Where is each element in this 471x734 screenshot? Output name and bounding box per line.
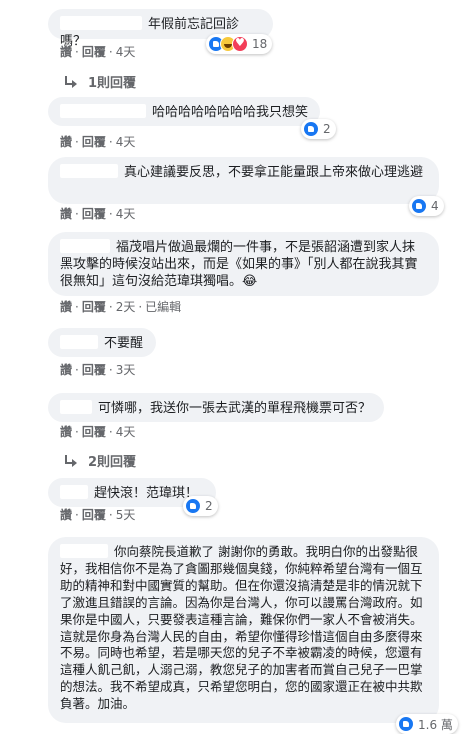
reaction-summary[interactable]: 2 xyxy=(183,496,218,516)
comment-text: 哈哈哈哈哈哈哈哈我只想笑 xyxy=(152,105,309,120)
comment-text: 真心建議要反思，不要拿正能量跟上帝來做心理逃避 xyxy=(124,165,424,180)
comment-text: 不要醒 xyxy=(104,336,144,351)
timestamp[interactable]: 2天 xyxy=(116,300,136,314)
reply-link[interactable]: 回覆 xyxy=(82,45,106,59)
timestamp[interactable]: 3天 xyxy=(116,363,136,377)
edited-label[interactable]: 已編輯 xyxy=(145,300,181,314)
like-reaction-icon xyxy=(398,716,414,732)
comment-text: 趕快滾！范瑋琪！ xyxy=(94,486,199,501)
comment-text: 福茂唱片做過最爛的一件事，不是張韶涵遭到家人抹黑攻擊的時候沒站出來，而是《如果的… xyxy=(60,240,418,289)
reaction-summary[interactable]: 18 xyxy=(206,34,273,54)
like-link[interactable]: 讚 xyxy=(60,135,72,149)
reply-arrow-icon xyxy=(64,75,78,88)
author-name[interactable] xyxy=(60,485,88,499)
like-reaction-icon xyxy=(411,198,427,214)
reaction-summary[interactable]: 1.6 萬 xyxy=(396,714,458,734)
comment-actions: 讚 · 回覆 · 3天 xyxy=(60,363,136,377)
author-name[interactable] xyxy=(60,544,108,558)
timestamp[interactable]: 4天 xyxy=(116,45,136,59)
comment-bubble: 你向蔡院長道歉了 謝謝你的勇敢。我明白你的出發點很好，我相信你不是為了貪圖那幾個… xyxy=(48,537,439,723)
comment-text: 你向蔡院長道歉了 謝謝你的勇敢。我明白你的出發點很好，我相信你不是為了貪圖那幾個… xyxy=(60,544,423,712)
timestamp[interactable]: 4天 xyxy=(116,207,136,221)
reply-link[interactable]: 回覆 xyxy=(82,363,106,377)
view-replies-link[interactable]: 2則回覆 xyxy=(64,451,136,470)
replies-label[interactable]: 2則回覆 xyxy=(88,451,136,470)
author-name[interactable] xyxy=(60,400,92,414)
reply-link[interactable]: 回覆 xyxy=(82,207,106,221)
like-link[interactable]: 讚 xyxy=(60,363,72,377)
like-link[interactable]: 讚 xyxy=(60,508,72,522)
comment-actions: 讚 · 回覆 · 4天 xyxy=(60,425,136,439)
like-reaction-icon xyxy=(185,498,201,514)
reply-link[interactable]: 回覆 xyxy=(82,508,106,522)
reaction-count: 2 xyxy=(205,499,213,513)
view-replies-link[interactable]: 1則回覆 xyxy=(64,72,136,91)
timestamp[interactable]: 4天 xyxy=(116,425,136,439)
comment-bubble: 福茂唱片做過最爛的一件事，不是張韶涵遭到家人抹黑攻擊的時候沒站出來，而是《如果的… xyxy=(48,232,439,296)
reaction-count: 1.6 萬 xyxy=(418,717,453,732)
like-link[interactable]: 讚 xyxy=(60,425,72,439)
timestamp[interactable]: 5天 xyxy=(116,508,136,522)
reply-link[interactable]: 回覆 xyxy=(82,300,106,314)
reaction-summary[interactable]: 2 xyxy=(301,119,336,139)
comment-text: 可憐哪，我送你一張去武漢的單程飛機票可否？ xyxy=(98,401,372,416)
like-link[interactable]: 讚 xyxy=(60,45,72,59)
comment-actions: 讚 · 回覆 · 4天 xyxy=(60,207,136,221)
comment-bubble: 不要醒 xyxy=(48,328,156,357)
comment-actions: 讚 · 回覆 · 2天 · 已編輯 xyxy=(60,300,182,314)
author-name[interactable] xyxy=(60,16,142,30)
like-link[interactable]: 讚 xyxy=(60,207,72,221)
reply-link[interactable]: 回覆 xyxy=(82,135,106,149)
replies-label[interactable]: 1則回覆 xyxy=(88,72,136,91)
comment-actions: 讚 · 回覆 · 4天 xyxy=(60,45,136,59)
timestamp[interactable]: 4天 xyxy=(116,135,136,149)
author-name[interactable] xyxy=(60,239,110,253)
reaction-count: 18 xyxy=(252,37,268,51)
comment-bubble: 可憐哪，我送你一張去武漢的單程飛機票可否？ xyxy=(48,393,384,422)
comment-bubble: 哈哈哈哈哈哈哈哈我只想笑 xyxy=(48,97,320,126)
reaction-summary[interactable]: 4 xyxy=(409,196,444,216)
comment-bubble: 真心建議要反思，不要拿正能量跟上帝來做心理逃避 xyxy=(48,157,439,204)
reply-arrow-icon xyxy=(64,454,78,467)
author-name[interactable] xyxy=(60,104,146,118)
author-name[interactable] xyxy=(60,164,118,178)
like-link[interactable]: 讚 xyxy=(60,300,72,314)
comment-actions: 讚 · 回覆 · 4天 xyxy=(60,135,136,149)
author-name[interactable] xyxy=(60,335,98,349)
comment-actions: 讚 · 回覆 · 5天 xyxy=(60,508,136,522)
love-reaction-icon xyxy=(232,36,248,52)
reaction-count: 4 xyxy=(431,199,439,213)
reply-link[interactable]: 回覆 xyxy=(82,425,106,439)
reaction-count: 2 xyxy=(323,122,331,136)
like-reaction-icon xyxy=(303,121,319,137)
